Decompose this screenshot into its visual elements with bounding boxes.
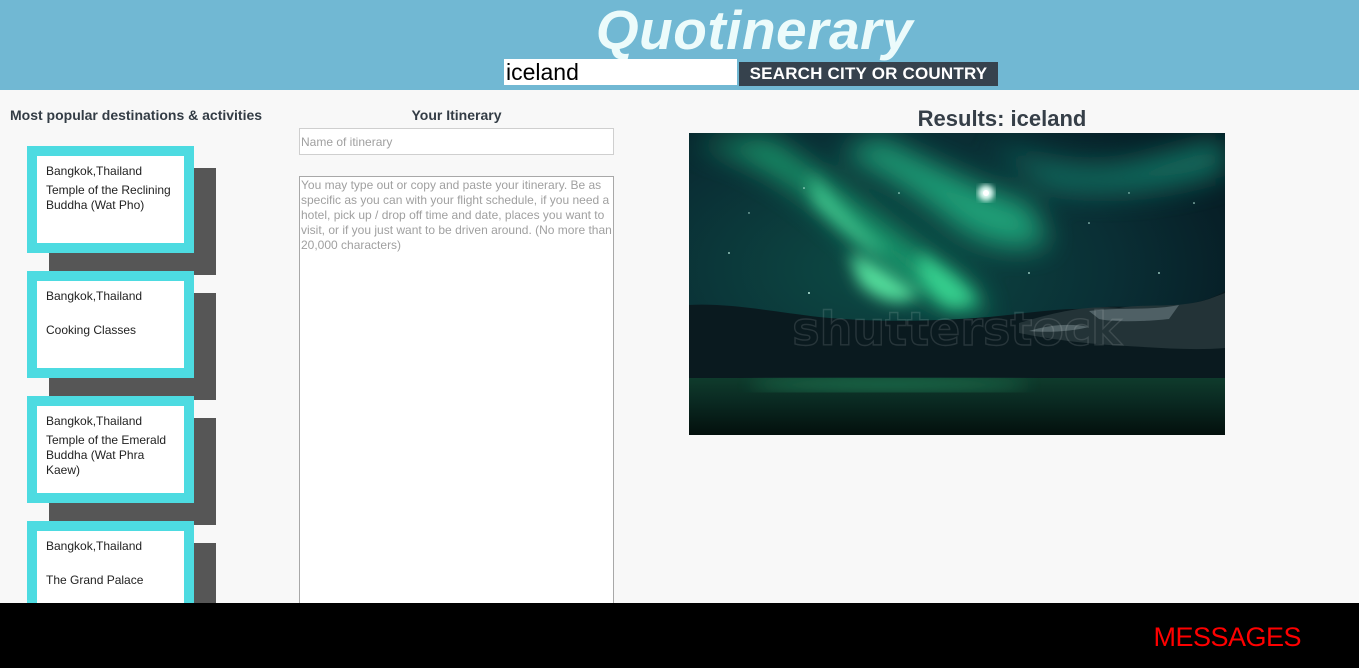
destination-card[interactable]: Bangkok,Thailand Cooking Classes — [27, 271, 194, 378]
card-location: Bangkok,Thailand — [46, 289, 143, 303]
card-activity: Cooking Classes — [46, 323, 137, 337]
card-location: Bangkok,Thailand — [46, 164, 143, 178]
app-title: Quotinerary — [595, 0, 914, 61]
messages-link[interactable]: MESSAGES — [1153, 622, 1301, 653]
footer-bar: MESSAGES — [0, 603, 1359, 668]
result-image[interactable]: shutterstock — [689, 133, 1225, 435]
itinerary-textarea[interactable] — [299, 176, 614, 616]
card-location: Bangkok,Thailand — [46, 539, 143, 553]
search-input[interactable] — [504, 59, 737, 85]
card-activity: Temple of the Emerald Buddha (Wat Phra K… — [46, 433, 167, 477]
search-button[interactable]: SEARCH CITY OR COUNTRY — [739, 62, 998, 86]
sidebar-heading: Most popular destinations & activities — [10, 107, 263, 123]
card-activity: The Grand Palace — [46, 573, 144, 587]
results-title: Results: iceland — [917, 106, 1087, 131]
watermark-text: shutterstock — [792, 302, 1123, 356]
itinerary-heading: Your Itinerary — [411, 107, 502, 123]
card-location: Bangkok,Thailand — [46, 414, 143, 428]
aurora-photo: shutterstock — [689, 133, 1225, 435]
destination-card[interactable]: Bangkok,Thailand Temple of the Emerald B… — [27, 396, 194, 503]
itinerary-name-input[interactable] — [299, 128, 614, 155]
card-activity: Temple of the Reclining Buddha (Wat Pho) — [46, 183, 171, 212]
destination-card[interactable]: Bangkok,Thailand Temple of the Reclining… — [27, 146, 194, 253]
app-header: Quotinerary SEARCH CITY OR COUNTRY — [0, 0, 1359, 90]
